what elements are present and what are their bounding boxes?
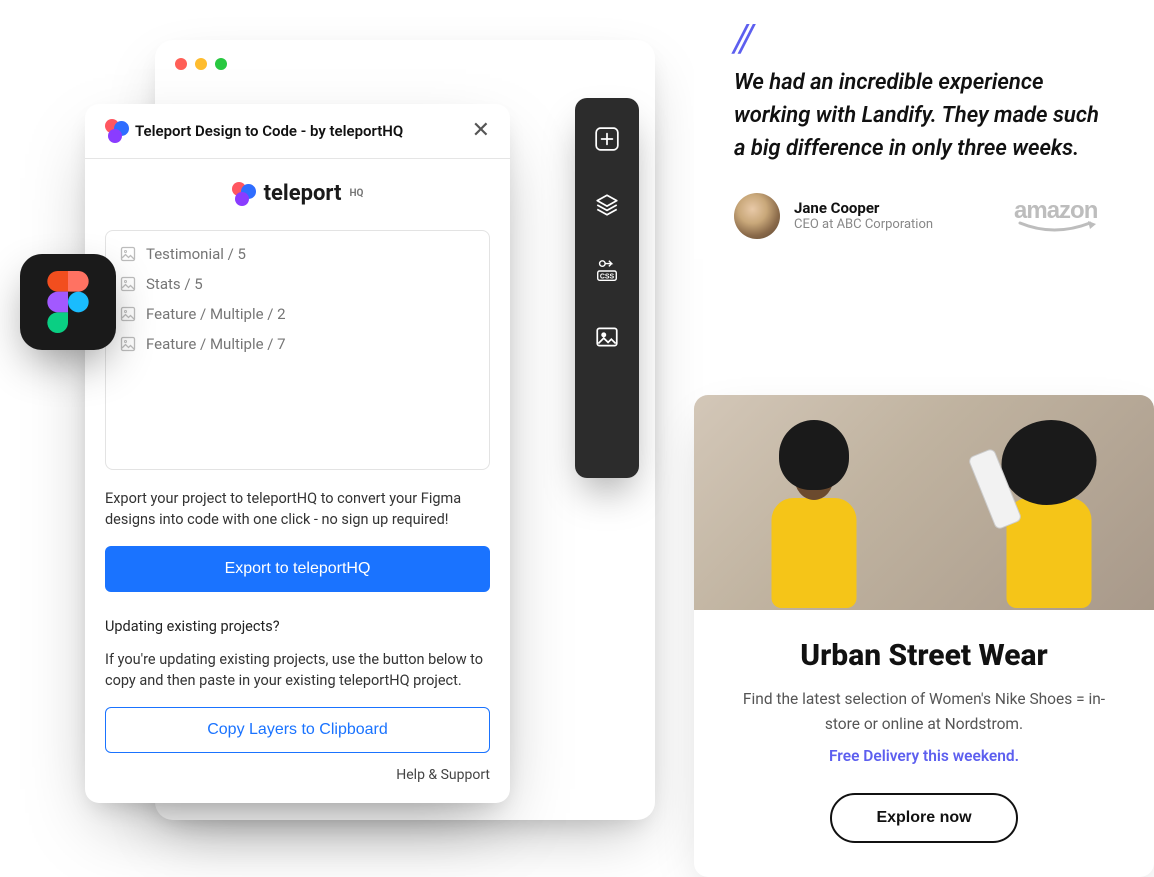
layer-item[interactable]: Feature / Multiple / 2 (106, 299, 489, 329)
layer-item[interactable]: Feature / Multiple / 7 (106, 329, 489, 359)
teleport-plugin-dialog: Teleport Design to Code - by teleportHQ … (85, 104, 510, 803)
quote-mark-icon: // (734, 30, 1104, 48)
product-promo: Free Delivery this weekend. (726, 747, 1122, 765)
update-heading: Updating existing projects? (105, 618, 490, 635)
window-minimize-dot[interactable] (195, 58, 207, 70)
copy-layers-button[interactable]: Copy Layers to Clipboard (105, 707, 490, 753)
plugin-title: Teleport Design to Code - by teleportHQ (135, 122, 472, 140)
plus-icon[interactable] (594, 126, 620, 152)
export-description: Export your project to teleportHQ to con… (105, 488, 490, 530)
help-support-link[interactable]: Help & Support (105, 767, 490, 783)
export-button[interactable]: Export to teleportHQ (105, 546, 490, 592)
image-icon[interactable] (594, 324, 620, 350)
brand-logo-text: amazon (1014, 197, 1097, 224)
window-close-dot[interactable] (175, 58, 187, 70)
update-description: If you're updating existing projects, us… (105, 649, 490, 691)
product-subtitle: Find the latest selection of Women's Nik… (726, 687, 1122, 737)
amazon-logo: amazon (1014, 197, 1104, 235)
plugin-header: Teleport Design to Code - by teleportHQ … (85, 104, 510, 159)
teleport-logo-icon (232, 182, 258, 206)
layer-item[interactable]: Testimonial / 5 (106, 239, 489, 269)
product-hero-image (694, 395, 1154, 610)
layers-icon[interactable] (594, 192, 620, 218)
product-body: Urban Street Wear Find the latest select… (694, 610, 1154, 877)
author-avatar (734, 193, 780, 239)
author-row: Jane Cooper CEO at ABC Corporation amazo… (734, 193, 1104, 239)
person-illustration (744, 420, 884, 610)
side-toolbar: CSS (575, 98, 639, 478)
css-icon[interactable]: CSS (594, 258, 620, 284)
teleport-logo-icon (105, 121, 125, 141)
layer-label: Testimonial / 5 (146, 245, 246, 263)
author-name: Jane Cooper (794, 199, 933, 217)
brand-name-text: teleport (264, 181, 342, 206)
testimonial-text: We had an incredible experience working … (734, 66, 1104, 165)
figma-app-icon (20, 254, 116, 350)
product-title: Urban Street Wear (726, 638, 1122, 673)
layer-label: Feature / Multiple / 7 (146, 335, 286, 353)
window-traffic-lights (155, 40, 655, 88)
plugin-body: Export your project to teleportHQ to con… (85, 488, 510, 803)
layers-list: Testimonial / 5 Stats / 5 Feature / Mult… (105, 230, 490, 470)
layer-label: Stats / 5 (146, 275, 203, 293)
product-card: Urban Street Wear Find the latest select… (694, 395, 1154, 877)
author-role: CEO at ABC Corporation (794, 217, 933, 232)
brand-sup: HQ (349, 188, 363, 199)
window-maximize-dot[interactable] (215, 58, 227, 70)
layer-label: Feature / Multiple / 2 (146, 305, 286, 323)
layer-item[interactable]: Stats / 5 (106, 269, 489, 299)
svg-text:CSS: CSS (600, 273, 615, 280)
explore-now-button[interactable]: Explore now (830, 793, 1017, 843)
brand-block: teleport HQ (85, 159, 510, 220)
close-icon[interactable]: ✕ (472, 120, 490, 142)
testimonial-card: // We had an incredible experience worki… (694, 0, 1144, 259)
